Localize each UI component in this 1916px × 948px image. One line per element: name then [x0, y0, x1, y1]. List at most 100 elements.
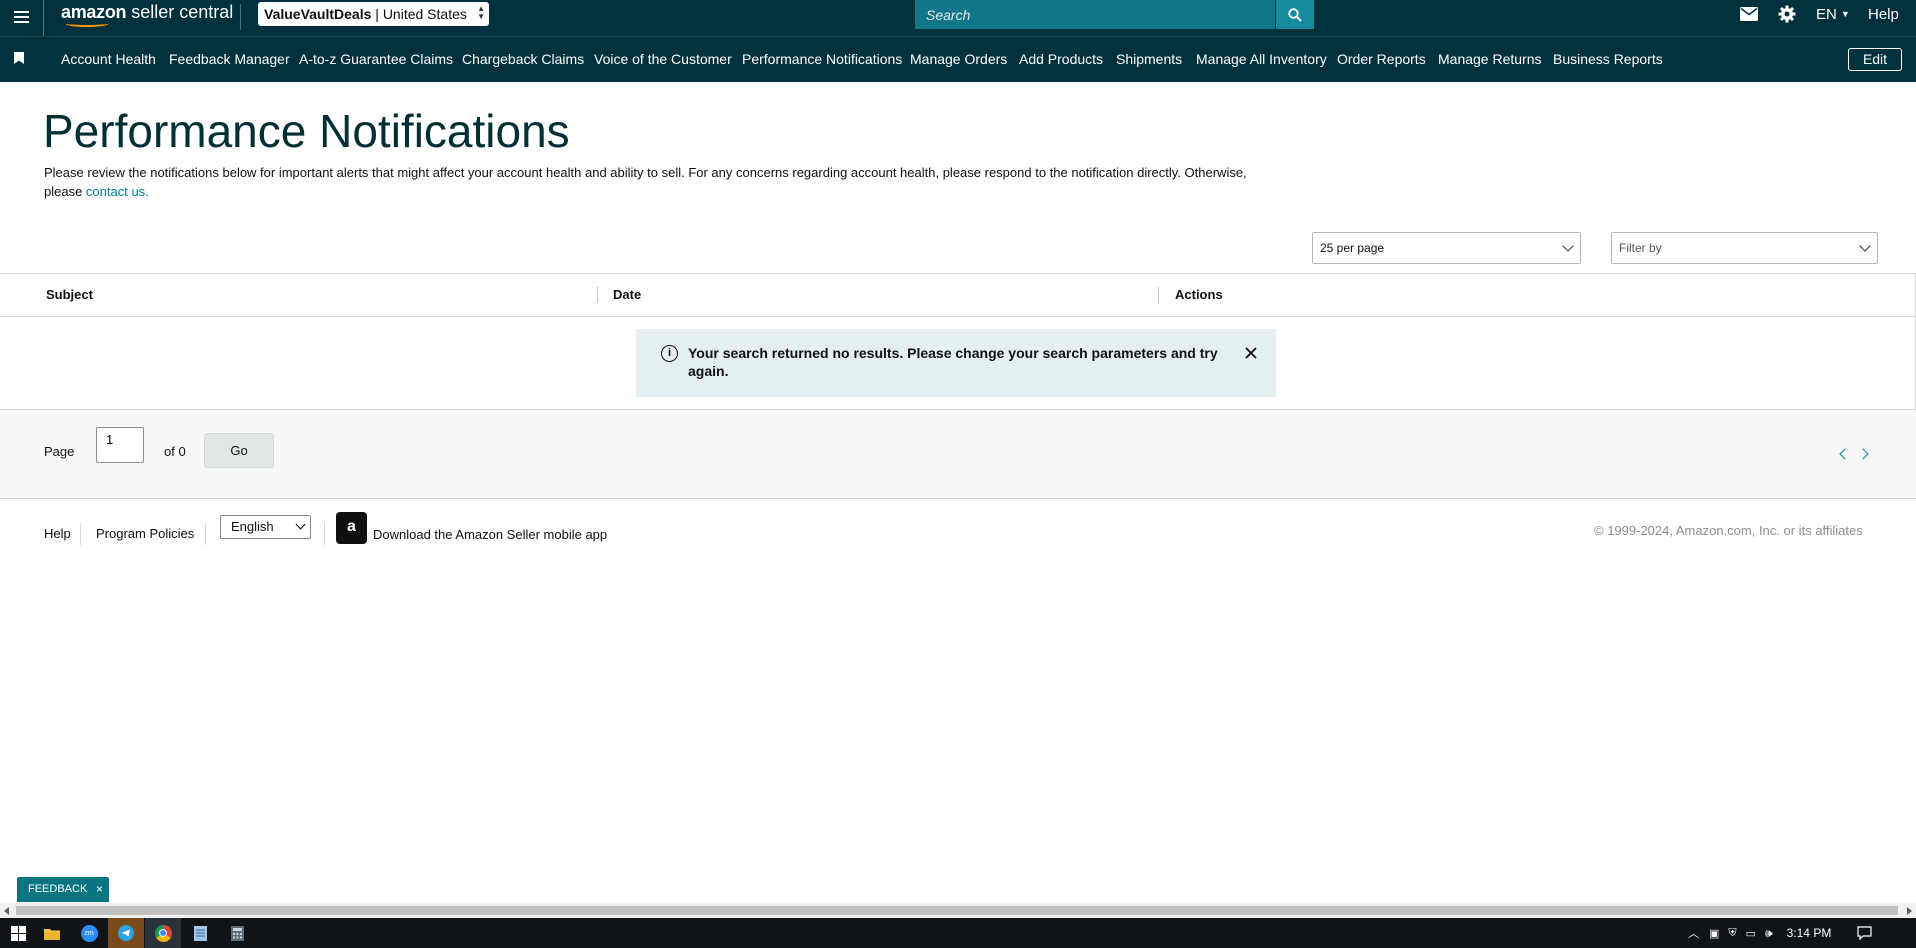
- divider: [80, 523, 81, 545]
- per-page-select[interactable]: 25 per page: [1312, 232, 1581, 264]
- scroll-left-icon[interactable]: [4, 907, 9, 915]
- table-header: Subject Date Actions: [0, 273, 1916, 317]
- search-icon: [1288, 7, 1302, 22]
- nav-item-manage-returns[interactable]: Manage Returns: [1438, 36, 1542, 82]
- top-bar: amazon seller central ValueVaultDeals | …: [0, 0, 1916, 36]
- search-button[interactable]: [1276, 0, 1314, 29]
- network-icon[interactable]: ▭: [1746, 927, 1756, 940]
- divider: [205, 523, 206, 545]
- nav-item-manage-all-inventory[interactable]: Manage All Inventory: [1196, 36, 1327, 82]
- language-label: EN: [1816, 5, 1837, 23]
- nav-item-feedback-manager[interactable]: Feedback Manager: [169, 36, 290, 82]
- download-app-link[interactable]: Download the Amazon Seller mobile app: [373, 527, 607, 542]
- column-divider: [1158, 287, 1159, 303]
- scroll-right-icon[interactable]: [1907, 907, 1912, 915]
- clock[interactable]: 3:14 PM: [1787, 926, 1832, 940]
- feedback-label: FEEDBACK: [28, 883, 88, 895]
- updown-arrows-icon: ▲ ▼: [477, 4, 485, 21]
- nav-item-add-products[interactable]: Add Products: [1019, 36, 1103, 82]
- amazon-app-icon[interactable]: a: [336, 512, 367, 544]
- filter-select[interactable]: Filter by: [1611, 232, 1878, 264]
- no-results-alert: i Your search returned no results. Pleas…: [636, 329, 1276, 397]
- divider: [43, 0, 44, 36]
- gear-icon[interactable]: [1778, 0, 1798, 28]
- telegram-icon[interactable]: [108, 918, 144, 948]
- chevron-down-icon: [295, 519, 306, 530]
- per-page-value: 25 per page: [1320, 241, 1385, 255]
- help-link[interactable]: Help: [1868, 0, 1899, 28]
- footer-language-select[interactable]: English: [220, 515, 311, 539]
- bookmark-icon[interactable]: [14, 52, 24, 64]
- nav-item-shipments[interactable]: Shipments: [1116, 36, 1182, 82]
- pagination-bar: Page of 0 Go: [0, 410, 1916, 499]
- intro-body: Please review the notifications below fo…: [44, 165, 1247, 199]
- hamburger-menu-icon[interactable]: [8, 4, 34, 30]
- tray-expand-icon[interactable]: ︿: [1688, 925, 1699, 941]
- seller-central-logo[interactable]: amazon seller central: [61, 1, 234, 27]
- account-switcher[interactable]: ValueVaultDeals | United States ▲ ▼: [258, 2, 489, 26]
- account-marketplace: | United States: [375, 6, 467, 22]
- nav-item-voice-of-the-customer[interactable]: Voice of the Customer: [594, 36, 732, 82]
- info-icon: i: [661, 345, 678, 362]
- feedback-tab[interactable]: FEEDBACK ×: [17, 877, 109, 902]
- footer-language-value: English: [231, 519, 274, 534]
- page-total: of 0: [164, 444, 186, 459]
- system-tray: ︿ ▣ ⛨ ▭ 🕪 3:14 PM: [1688, 918, 1872, 948]
- security-icon[interactable]: ⛨: [1728, 927, 1736, 940]
- column-header-date[interactable]: Date: [613, 274, 641, 316]
- notepad-icon[interactable]: [182, 918, 218, 948]
- alert-message: Your search returned no results. Please …: [688, 345, 1218, 379]
- chevron-down-icon: [1562, 240, 1574, 252]
- footer: Help Program Policies English a Download…: [0, 500, 1916, 552]
- meet-icon[interactable]: ▣: [1709, 927, 1719, 940]
- page-title: Performance Notifications: [43, 105, 570, 157]
- edit-nav-button[interactable]: Edit: [1848, 48, 1902, 71]
- close-icon[interactable]: ×: [96, 877, 103, 902]
- page-label: Page: [44, 444, 75, 459]
- intro-text: Please review the notifications below fo…: [44, 163, 1274, 201]
- nav-item-order-reports[interactable]: Order Reports: [1337, 36, 1426, 82]
- windows-start-icon[interactable]: [0, 918, 36, 948]
- logo-suffix: seller central: [131, 2, 234, 22]
- notification-icon[interactable]: [1857, 926, 1872, 940]
- account-name: ValueVaultDeals: [264, 6, 372, 22]
- copyright-text: © 1999-2024, Amazon.com, Inc. or its aff…: [1594, 523, 1863, 538]
- search-input[interactable]: [915, 0, 1275, 29]
- chevron-down-icon: [1859, 240, 1871, 252]
- filter-placeholder: Filter by: [1619, 241, 1662, 255]
- windows-taskbar: zm ︿ ▣ ⛨ ▭ 🕪 3:14 PM: [0, 918, 1916, 948]
- zoom-icon[interactable]: zm: [71, 918, 107, 948]
- mail-icon[interactable]: [1740, 0, 1760, 28]
- page-number-input[interactable]: [96, 427, 144, 463]
- horizontal-scrollbar[interactable]: [0, 903, 1916, 918]
- divider: [240, 4, 241, 30]
- nav-item-chargeback-claims[interactable]: Chargeback Claims: [462, 36, 584, 82]
- nav-item-a-to-z-guarantee-claims[interactable]: A-to-z Guarantee Claims: [299, 36, 453, 82]
- nav-item-manage-orders[interactable]: Manage Orders: [910, 36, 1007, 82]
- volume-icon[interactable]: 🕪: [1765, 926, 1773, 941]
- scrollbar-thumb[interactable]: [16, 906, 1898, 915]
- chevron-right-icon[interactable]: [1857, 448, 1869, 460]
- language-selector[interactable]: EN ▼: [1816, 0, 1850, 28]
- column-divider: [597, 287, 598, 303]
- zoom-label: zm: [80, 924, 98, 942]
- column-header-subject[interactable]: Subject: [46, 274, 93, 316]
- caret-down-icon: ▼: [1840, 9, 1850, 19]
- program-policies-link[interactable]: Program Policies: [96, 526, 194, 541]
- nav-item-performance-notifications[interactable]: Performance Notifications: [742, 36, 902, 82]
- file-explorer-icon[interactable]: [34, 918, 70, 948]
- calculator-icon[interactable]: [219, 918, 255, 948]
- contact-us-link[interactable]: contact us.: [86, 184, 149, 199]
- search-box: [915, 0, 1275, 29]
- go-button[interactable]: Go: [204, 433, 274, 468]
- column-header-actions: Actions: [1175, 287, 1223, 302]
- amazon-smile-icon: [65, 20, 109, 27]
- nav-item-account-health[interactable]: Account Health: [61, 36, 156, 82]
- chevron-left-icon[interactable]: [1839, 448, 1851, 460]
- nav-item-business-reports[interactable]: Business Reports: [1553, 36, 1663, 82]
- footer-help-link[interactable]: Help: [44, 526, 71, 541]
- close-icon[interactable]: [1242, 344, 1260, 362]
- logo-brand: amazon: [61, 2, 127, 22]
- chrome-icon[interactable]: [145, 918, 181, 948]
- divider: [324, 523, 325, 545]
